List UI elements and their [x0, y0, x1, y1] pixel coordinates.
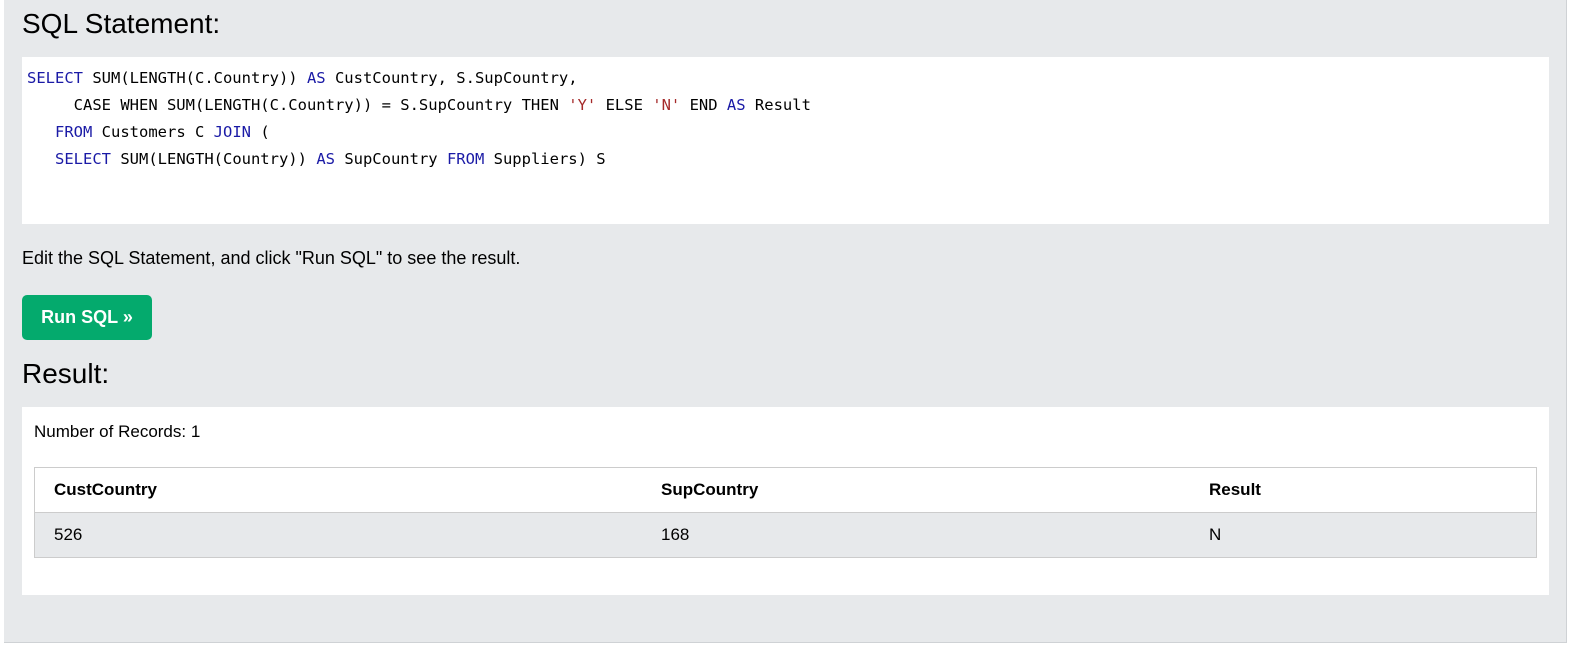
- table-row: 526 168 N: [34, 512, 1537, 558]
- sql-keyword: FROM: [55, 123, 93, 141]
- sql-keyword: SELECT: [55, 150, 111, 168]
- sql-keyword: AS: [726, 96, 746, 114]
- code-line: CASE WHEN SUM(LENGTH(C.Country)) = S.Sup…: [27, 92, 1544, 119]
- instruction-text: Edit the SQL Statement, and click "Run S…: [22, 248, 521, 268]
- sql-text: ELSE: [596, 96, 653, 114]
- sql-string: 'N': [652, 96, 681, 114]
- sql-keyword: JOIN: [213, 123, 251, 141]
- sql-text: (: [250, 123, 270, 141]
- sql-text: SUM(LENGTH(C.Country)): [83, 69, 307, 87]
- sql-string: 'Y': [568, 96, 597, 114]
- records-count: Number of Records: 1: [34, 422, 201, 441]
- result-box: Number of Records: 1 CustCountry SupCoun…: [22, 407, 1549, 595]
- column-header: CustCountry: [34, 467, 642, 513]
- result-table: CustCountry SupCountry Result 526 168 N: [34, 467, 1537, 558]
- sql-text: CustCountry, S.SupCountry,: [325, 69, 578, 87]
- sql-keyword: AS: [306, 69, 326, 87]
- sql-code-editor[interactable]: SELECT SUM(LENGTH(C.Country)) AS CustCou…: [22, 57, 1549, 224]
- run-sql-button[interactable]: Run SQL »: [22, 295, 152, 340]
- sql-text: SUM(LENGTH(Country)): [111, 150, 317, 168]
- table-cell: N: [1190, 512, 1537, 558]
- sql-tryit-panel: SQL Statement: SELECT SUM(LENGTH(C.Count…: [4, 0, 1567, 643]
- sql-keyword: AS: [316, 150, 335, 168]
- sql-text: Customers C: [92, 123, 214, 141]
- code-line: SELECT SUM(LENGTH(Country)) AS SupCountr…: [27, 146, 1544, 173]
- code-line: SELECT SUM(LENGTH(C.Country)) AS CustCou…: [27, 65, 1544, 92]
- result-heading: Result:: [22, 358, 110, 389]
- code-line: FROM Customers C JOIN (: [27, 119, 1544, 146]
- table-cell: 168: [642, 512, 1190, 558]
- sql-text: SupCountry: [334, 150, 447, 168]
- column-header: Result: [1190, 467, 1537, 513]
- sql-keyword: SELECT: [27, 69, 83, 87]
- sql-statement-heading: SQL Statement:: [22, 8, 221, 39]
- table-cell: 526: [34, 512, 642, 558]
- sql-keyword: FROM: [446, 150, 485, 168]
- table-header-row: CustCountry SupCountry Result: [34, 467, 1537, 513]
- sql-text: Result: [745, 96, 811, 114]
- column-header: SupCountry: [642, 467, 1190, 513]
- sql-text: Suppliers) S: [484, 150, 606, 168]
- sql-text: END: [680, 96, 727, 114]
- sql-text: CASE WHEN SUM(LENGTH(C.Country)) = S.Sup…: [27, 96, 569, 114]
